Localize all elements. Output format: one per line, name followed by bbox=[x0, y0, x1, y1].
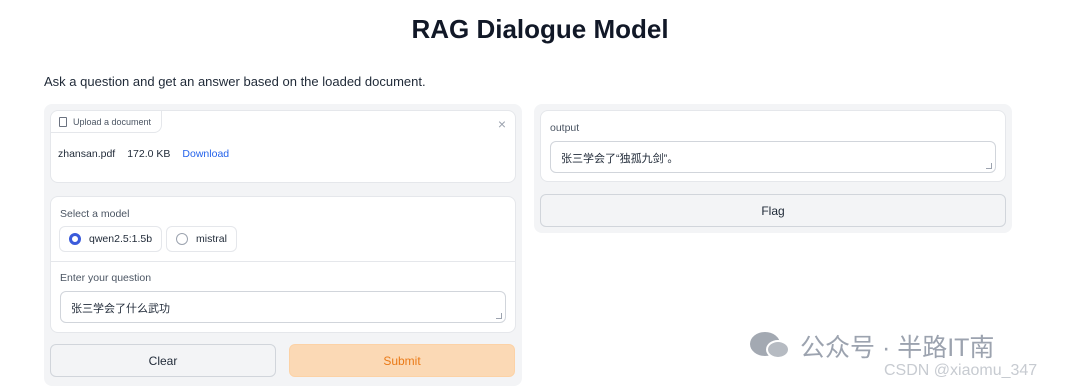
uploaded-file-row: zhansan.pdf 172.0 KB Download bbox=[58, 148, 229, 160]
upload-label: Upload a document bbox=[73, 116, 152, 127]
close-icon[interactable]: × bbox=[498, 117, 506, 131]
clear-button[interactable]: Clear bbox=[50, 344, 276, 377]
model-option-label: mistral bbox=[196, 233, 227, 245]
file-name: zhansan.pdf bbox=[58, 148, 116, 160]
resize-handle-icon[interactable] bbox=[986, 163, 992, 169]
radio-unselected-icon bbox=[176, 233, 188, 245]
page-title: RAG Dialogue Model bbox=[411, 14, 669, 44]
output-column: output 张三学会了“独孤九剑”。 Flag bbox=[534, 104, 1012, 233]
input-column: Upload a document × zhansan.pdf 172.0 KB… bbox=[44, 104, 522, 386]
model-select-label: Select a model bbox=[60, 208, 130, 220]
download-link[interactable]: Download bbox=[182, 148, 229, 160]
question-value: 张三学会了什么武功 bbox=[71, 303, 170, 315]
wechat-watermark: 公众号 · 半路IT南 bbox=[750, 328, 994, 364]
file-upload-panel[interactable]: Upload a document × zhansan.pdf 172.0 KB… bbox=[50, 110, 516, 183]
csdn-watermark: CSDN @xiaomu_347 bbox=[884, 362, 1038, 379]
watermark-text: 公众号 · 半路IT南 bbox=[800, 334, 995, 362]
model-option-label: qwen2.5:1.5b bbox=[89, 233, 153, 245]
file-size: 172.0 KB bbox=[127, 148, 171, 160]
upload-label-tag: Upload a document bbox=[51, 111, 163, 133]
resize-handle-icon[interactable] bbox=[496, 313, 502, 319]
model-question-panel: Select a model Enter your question 张三学会了… bbox=[50, 196, 516, 333]
file-icon bbox=[59, 116, 67, 127]
radio-selected-icon bbox=[69, 233, 81, 245]
page-description: Ask a question and get an answer based o… bbox=[44, 74, 426, 89]
model-option-qwen[interactable]: qwen2.5:1.5b bbox=[59, 226, 163, 252]
output-textbox[interactable]: 张三学会了“独孤九剑”。 bbox=[550, 141, 996, 173]
model-option-mistral[interactable]: mistral bbox=[166, 226, 237, 252]
submit-button[interactable]: Submit bbox=[289, 344, 515, 377]
question-input[interactable]: 张三学会了什么武功 bbox=[60, 291, 506, 323]
output-panel: output 张三学会了“独孤九剑”。 bbox=[540, 110, 1006, 182]
output-label: output bbox=[550, 122, 580, 134]
wechat-icon bbox=[750, 330, 794, 362]
divider bbox=[51, 261, 515, 262]
flag-button[interactable]: Flag bbox=[540, 194, 1006, 227]
output-value: 张三学会了“独孤九剑”。 bbox=[561, 153, 679, 165]
question-label: Enter your question bbox=[60, 272, 152, 284]
